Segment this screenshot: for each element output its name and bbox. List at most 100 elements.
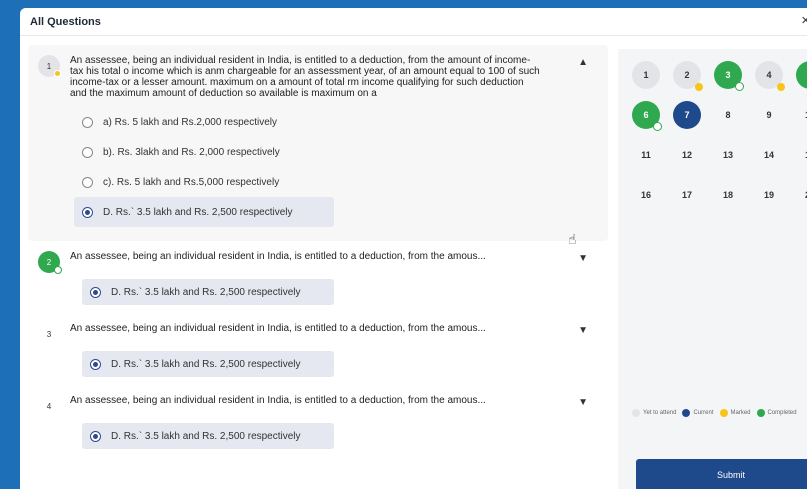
palette-item-label: 12 [681,150,692,160]
selected-answer[interactable]: D. Rs.` 3.5 lakh and Rs. 2,500 respectiv… [82,351,334,377]
option-c[interactable]: c). Rs. 5 lakh and Rs.5,000 respectively [82,167,600,197]
option-label: D. Rs.` 3.5 lakh and Rs. 2,500 respectiv… [103,206,293,218]
radio-button-selected[interactable] [90,430,101,442]
answer-options: a) Rs. 5 lakh and Rs.2,000 respectively … [74,107,600,227]
option-b[interactable]: b). Rs. 3lakh and Rs. 2,000 respectively [82,137,600,167]
question-card-3: 3 An assessee, being an individual resid… [28,313,608,385]
current-dot-icon [682,409,691,417]
selected-answer[interactable]: D. Rs.` 3.5 lakh and Rs. 2,500 respectiv… [82,423,334,449]
completed-dot-icon [756,409,765,417]
palette-item-8[interactable]: 8 [714,101,742,129]
question-number-badge: 4 [38,395,60,417]
palette-grid: 1234567891011121314151617181920 [618,49,807,200]
palette-item-label: 19 [763,190,774,200]
legend-label: Yet to attend [643,410,677,416]
palette-item-label: 7 [684,110,690,120]
palette-item-7[interactable]: 7 [673,101,701,129]
question-number: 3 [46,329,52,339]
marked-flag-icon [777,83,785,91]
palette-item-label: 8 [725,110,731,120]
legend-completed: Completed [756,409,797,417]
selected-answer[interactable]: D. Rs.` 3.5 lakh and Rs. 2,500 respectiv… [82,279,334,305]
chevron-up-icon[interactable]: ▲ [578,57,588,68]
question-card-4: 4 An assessee, being an individual resid… [28,385,608,457]
hand-cursor-icon: ☝ [568,231,577,247]
all-questions-dialog: All Questions × 1 An assessee, being an … [20,8,807,489]
option-a[interactable]: a) Rs. 5 lakh and Rs.2,000 respectively [82,107,600,137]
radio-button-selected[interactable] [82,206,93,218]
palette-item-label: 16 [640,190,651,200]
marked-dot-icon [719,409,728,417]
palette-item-12[interactable]: 12 [673,141,701,169]
option-label: c). Rs. 5 lakh and Rs.5,000 respectively [103,176,280,188]
palette-item-label: 17 [681,190,692,200]
marked-dot-icon [54,70,61,77]
radio-button-selected[interactable] [90,286,101,298]
palette-item-17[interactable]: 17 [673,181,701,209]
completed-check-icon [653,122,662,131]
radio-button-selected[interactable] [90,358,101,370]
palette-item-6[interactable]: 6 [632,101,662,131]
question-number: 2 [46,257,52,267]
palette-item-5[interactable]: 5 [796,61,807,89]
option-d[interactable]: D. Rs.` 3.5 lakh and Rs. 2,500 respectiv… [74,197,334,227]
palette-item-3[interactable]: 3 [714,61,744,91]
answer-label: D. Rs.` 3.5 lakh and Rs. 2,500 respectiv… [111,358,301,370]
answer-label: D. Rs.` 3.5 lakh and Rs. 2,500 respectiv… [111,430,301,442]
palette-item-label: 6 [643,110,649,120]
radio-button[interactable] [82,146,93,158]
question-number: 4 [46,401,52,411]
palette-item-label: 18 [722,190,733,200]
dialog-header: All Questions [20,8,807,36]
yet-dot-icon [632,409,640,417]
palette-item-9[interactable]: 9 [755,101,783,129]
chevron-down-icon[interactable]: ▼ [578,253,588,264]
palette-item-4[interactable]: 4 [755,61,785,91]
question-number: 1 [46,61,52,71]
palette-item-label: 9 [766,110,772,120]
radio-button[interactable] [82,176,93,188]
palette-item-19[interactable]: 19 [755,181,783,209]
palette-item-16[interactable]: 16 [632,181,660,209]
question-card-2: 2 An assessee, being an individual resid… [28,241,608,313]
question-text: An assessee, being an individual residen… [70,251,486,262]
question-palette: 1234567891011121314151617181920 Yet to a… [618,49,807,489]
option-label: b). Rs. 3lakh and Rs. 2,000 respectively [103,146,280,158]
palette-item-14[interactable]: 14 [755,141,783,169]
dialog-title: All Questions [30,15,101,28]
legend-current: Current [682,409,714,417]
question-text: An assessee, being an individual residen… [70,395,486,406]
option-label: a) Rs. 5 lakh and Rs.2,000 respectively [103,116,277,128]
radio-button[interactable] [82,116,93,128]
chevron-down-icon[interactable]: ▼ [578,325,588,336]
palette-item-label: 4 [766,70,772,80]
palette-item-11[interactable]: 11 [632,141,660,169]
chevron-down-icon[interactable]: ▼ [578,397,588,408]
palette-legend: Yet to attend Current Marked Completed [632,409,807,417]
close-icon[interactable]: × [801,13,807,28]
palette-item-1[interactable]: 1 [632,61,660,89]
palette-item-label: 13 [722,150,733,160]
palette-item-18[interactable]: 18 [714,181,742,209]
palette-item-label: 11 [641,150,651,160]
palette-item-label: 1 [643,70,649,80]
palette-item-20[interactable]: 20 [796,181,807,209]
palette-item-13[interactable]: 13 [714,141,742,169]
question-number-badge: 2 [38,251,62,274]
palette-item-label: 14 [763,150,774,160]
dialog-content: 1 An assessee, being an individual resid… [20,37,807,489]
legend-label: Completed [767,410,797,416]
palette-item-10[interactable]: 10 [796,101,807,129]
palette-item-15[interactable]: 15 [796,141,807,169]
palette-item-2[interactable]: 2 [673,61,703,91]
answer-label: D. Rs.` 3.5 lakh and Rs. 2,500 respectiv… [111,286,301,298]
legend-yet: Yet to attend [632,409,676,417]
question-number-badge: 3 [38,323,60,345]
legend-marked: Marked [719,409,751,417]
question-number-badge: 1 [38,55,61,77]
question-card-1: 1 An assessee, being an individual resid… [28,45,608,241]
submit-button[interactable]: Submit [636,459,807,489]
palette-item-label: 3 [725,70,731,80]
marked-flag-icon [695,83,703,91]
question-text: An assessee, being an individual residen… [70,323,486,334]
